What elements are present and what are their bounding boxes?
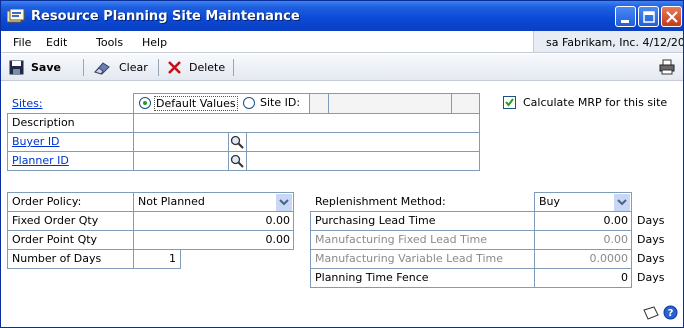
x-delete-icon [168,61,181,74]
calculate-mrp-checkbox[interactable] [503,96,516,109]
buyer-id-label[interactable]: Buyer ID [12,135,60,148]
mfg-variable-lead-time-label: Manufacturing Variable Lead Time [315,252,504,265]
days-unit: Days [637,233,665,246]
menu-file[interactable]: File [13,36,31,49]
fixed-order-qty-value: 0.00 [265,214,291,227]
minimize-icon [621,20,629,23]
printer-icon[interactable] [659,59,675,75]
days-unit: Days [637,252,665,265]
days-unit: Days [637,271,665,284]
number-of-days-label: Number of Days [12,252,102,265]
toolbar-divider [158,59,159,76]
delete-button[interactable]: Delete [189,61,225,74]
close-button[interactable] [661,6,682,27]
order-policy-select[interactable]: Not Planned [133,192,294,212]
site-id-input [328,93,452,114]
svg-text:?: ? [668,308,674,319]
eraser-icon [94,62,110,75]
chevron-down-icon[interactable] [276,194,292,211]
save-button[interactable]: Save [31,61,61,74]
fixed-order-qty-label: Fixed Order Qty [12,214,99,227]
description-label: Description [12,116,75,129]
mfg-fixed-lead-time-label: Manufacturing Fixed Lead Time [315,233,487,246]
window-title: Resource Planning Site Maintenance [31,9,300,24]
window: Resource Planning Site Maintenance File … [0,0,684,328]
magnifier-lookup-icon[interactable] [230,154,244,168]
number-of-days-input[interactable]: 1 [133,249,181,269]
company-info: sa Fabrikam, Inc. 4/12/2007 [533,31,683,52]
help-icon[interactable]: ? [663,305,678,320]
number-of-days-value: 1 [169,252,176,265]
toolbar: Save Clear Delete [1,54,683,81]
toolbar-divider [233,59,234,76]
menu-bar: File Edit Tools Help sa Fabrikam, Inc. 4… [1,31,683,53]
buyer-description [246,132,480,152]
maximize-icon [643,11,655,23]
description-input[interactable] [133,113,480,133]
form-body: Sites: Default Values Site ID: Calculate… [1,82,683,327]
fixed-order-qty-input[interactable]: 0.00 [133,211,294,231]
mfg-fixed-lead-time-input: 0.00 [534,230,632,250]
planner-id-label[interactable]: Planner ID [12,154,69,167]
days-unit: Days [637,214,665,227]
planning-time-fence-input[interactable]: 0 [534,268,632,288]
planning-time-fence-label: Planning Time Fence [315,271,429,284]
order-policy-value: Not Planned [138,195,205,208]
resource-planning-icon [7,9,25,23]
chevron-down-icon[interactable] [614,194,630,211]
replenishment-method-label: Replenishment Method: [315,195,446,208]
replenishment-method-value: Buy [539,195,561,208]
purchasing-lead-time-value: 0.00 [603,214,629,227]
note-icon[interactable] [642,306,660,320]
close-icon [666,11,678,23]
planning-time-fence-value: 0 [621,271,628,284]
menu-tools[interactable]: Tools [96,36,123,49]
floppy-disk-icon [9,60,24,75]
order-point-qty-value: 0.00 [265,233,291,246]
mfg-fixed-lead-time-value: 0.00 [603,233,629,246]
planner-id-input[interactable] [133,151,229,171]
order-policy-label: Order Policy: [12,195,82,208]
calculate-mrp-label[interactable]: Calculate MRP for this site [523,96,667,109]
planner-description [246,151,480,171]
clear-button[interactable]: Clear [119,61,148,74]
purchasing-lead-time-input[interactable]: 0.00 [534,211,632,231]
site-id-radio[interactable] [243,97,255,109]
title-bar[interactable]: Resource Planning Site Maintenance [1,1,683,31]
magnifier-lookup-icon[interactable] [230,135,244,149]
buyer-id-input[interactable] [133,132,229,152]
order-point-qty-input[interactable]: 0.00 [133,230,294,250]
site-id-browse [309,93,329,114]
mfg-variable-lead-time-input: 0.0000 [534,249,632,269]
site-id-lookup [451,93,480,114]
default-values-label[interactable]: Default Values [154,96,238,111]
menu-edit[interactable]: Edit [46,36,67,49]
checkmark-icon [505,98,514,107]
maximize-button[interactable] [638,6,659,27]
menu-help[interactable]: Help [142,36,167,49]
default-values-radio[interactable] [139,97,151,109]
site-id-label[interactable]: Site ID: [260,96,300,109]
minimize-button[interactable] [615,6,636,27]
sites-label[interactable]: Sites: [12,97,43,110]
toolbar-divider [83,59,84,76]
mfg-variable-lead-time-value: 0.0000 [589,252,629,265]
order-point-qty-label: Order Point Qty [12,233,98,246]
purchasing-lead-time-label: Purchasing Lead Time [315,214,436,227]
replenishment-method-select[interactable]: Buy [534,192,632,212]
